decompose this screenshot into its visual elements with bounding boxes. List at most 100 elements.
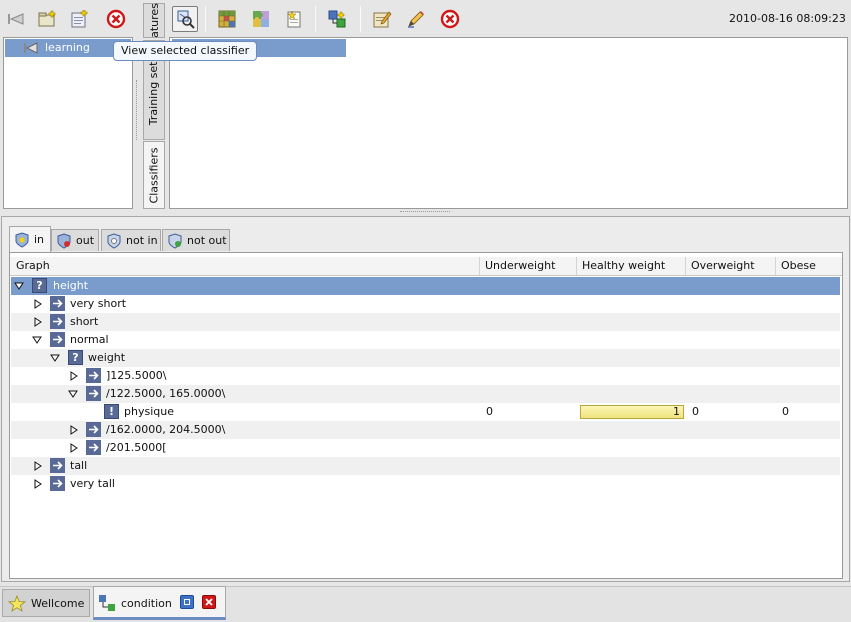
- tab-features[interactable]: atures: [143, 3, 165, 38]
- arrow-node-icon: [86, 386, 101, 401]
- expander-collapsed-icon[interactable]: [33, 479, 43, 489]
- classifier-icon: [99, 595, 115, 611]
- arrow-node-icon: [86, 440, 101, 455]
- expander-collapsed-icon[interactable]: [33, 461, 43, 471]
- taskbar-item-label: Wellcome: [31, 597, 85, 610]
- expander-expanded-icon[interactable]: [68, 389, 78, 399]
- expander-collapsed-icon[interactable]: [33, 317, 43, 327]
- shield-in-icon: [15, 231, 29, 248]
- tree-row-range[interactable]: /122.5000, 165.0000\: [11, 385, 840, 403]
- star-icon: [8, 595, 26, 612]
- maximize-icon[interactable]: [180, 595, 194, 609]
- pencil-icon[interactable]: [404, 7, 428, 31]
- column-header-healthy-weight[interactable]: Healthy weight: [577, 257, 686, 275]
- expander-collapsed-icon[interactable]: [69, 443, 79, 453]
- tree-row-physique[interactable]: ! physique 0 1 0 0: [11, 403, 840, 421]
- tab-label: not in: [126, 234, 158, 247]
- tab-label: out: [76, 234, 95, 247]
- cancel-icon[interactable]: [438, 7, 462, 31]
- back-arrow-icon[interactable]: [4, 7, 28, 31]
- arrow-node-icon: [50, 458, 65, 473]
- toolbar-separator: [315, 6, 316, 32]
- exclamation-node-icon: !: [104, 404, 119, 419]
- tree-row-tall[interactable]: tall: [11, 457, 840, 475]
- tab-not-out[interactable]: not out: [162, 229, 230, 251]
- healthy-weight-bar: 1: [580, 405, 684, 419]
- classifier-list-panel[interactable]: [169, 37, 848, 209]
- new-folder-icon[interactable]: [35, 7, 59, 31]
- healthy-weight-bar-fill: [581, 406, 683, 418]
- tree-row-range[interactable]: /201.5000[: [11, 439, 840, 457]
- project-tree-panel[interactable]: learning: [3, 37, 133, 209]
- toolbar-separator: [360, 6, 361, 32]
- expander-expanded-icon[interactable]: [14, 281, 24, 291]
- tree-row-height[interactable]: ? height: [11, 277, 840, 295]
- node-label: short: [70, 315, 99, 328]
- close-icon[interactable]: [202, 595, 216, 609]
- matrix-icon[interactable]: [215, 7, 239, 31]
- toolbar-separator: [205, 6, 206, 32]
- view-classifier-icon[interactable]: [172, 6, 198, 32]
- node-label: /201.5000[: [106, 441, 167, 454]
- overweight-value: 0: [692, 405, 699, 418]
- taskbar-item-label: condition: [121, 597, 172, 610]
- node-label: ]125.5000\: [106, 369, 167, 382]
- tree-row-normal[interactable]: normal: [11, 331, 840, 349]
- question-node-icon: ?: [68, 350, 83, 365]
- tab-label: atures: [147, 3, 161, 38]
- tab-out[interactable]: out: [51, 229, 99, 251]
- add-node-icon[interactable]: [325, 7, 349, 31]
- question-node-icon: ?: [32, 278, 47, 293]
- new-file-icon[interactable]: [282, 7, 306, 31]
- edit-icon[interactable]: [370, 7, 394, 31]
- shield-not-out-icon: [168, 232, 182, 249]
- arrow-node-icon: [50, 332, 65, 347]
- node-label: normal: [70, 333, 109, 346]
- column-header-obese[interactable]: Obese: [776, 257, 840, 275]
- underweight-value: 0: [486, 405, 493, 418]
- taskbar-item-wellcome[interactable]: Wellcome: [2, 589, 90, 617]
- expander-collapsed-icon[interactable]: [69, 425, 79, 435]
- expander-expanded-icon[interactable]: [32, 335, 42, 345]
- arrow-node-icon: [86, 422, 101, 437]
- obese-value: 0: [782, 405, 789, 418]
- shield-not-in-icon: [107, 232, 121, 249]
- taskbar-item-condition[interactable]: condition: [93, 586, 226, 620]
- arrow-node-icon: [86, 368, 101, 383]
- column-header-underweight[interactable]: Underweight: [480, 257, 577, 275]
- puzzle-icon[interactable]: [249, 7, 273, 31]
- tree-row-very-short[interactable]: very short: [11, 295, 840, 313]
- node-label: physique: [124, 405, 174, 418]
- datetime-label: 2010-08-16 08:09:23: [729, 12, 846, 25]
- add-document-icon[interactable]: [67, 7, 91, 31]
- tooltip: View selected classifier: [113, 41, 258, 61]
- tree-row-short[interactable]: short: [11, 313, 840, 331]
- tab-label: Training sets: [147, 55, 161, 125]
- splitter-handle[interactable]: [136, 80, 139, 140]
- expander-expanded-icon[interactable]: [50, 353, 60, 363]
- arrow-node-icon: [50, 314, 65, 329]
- node-label: tall: [70, 459, 88, 472]
- column-header-overweight[interactable]: Overweight: [686, 257, 776, 275]
- node-label: height: [53, 279, 89, 292]
- tree-row-very-tall[interactable]: very tall: [11, 475, 840, 493]
- column-header-graph[interactable]: Graph: [11, 257, 480, 275]
- tab-not-in[interactable]: not in: [101, 229, 161, 251]
- expander-collapsed-icon[interactable]: [69, 371, 79, 381]
- shield-out-icon: [57, 232, 71, 249]
- cancel-icon[interactable]: [104, 7, 128, 31]
- tab-in[interactable]: in: [9, 226, 51, 252]
- splitter-handle-horizontal[interactable]: [400, 211, 450, 214]
- expander-collapsed-icon[interactable]: [33, 299, 43, 309]
- node-label: very short: [70, 297, 127, 310]
- tree-row-weight[interactable]: ? weight: [11, 349, 840, 367]
- node-label: weight: [88, 351, 126, 364]
- tab-classifiers[interactable]: Classifiers: [143, 141, 165, 209]
- tree-row-range[interactable]: /162.0000, 204.5000\: [11, 421, 840, 439]
- node-label: /162.0000, 204.5000\: [106, 423, 226, 436]
- tree-row-range[interactable]: ]125.5000\: [11, 367, 840, 385]
- tree-item-label: learning: [45, 41, 90, 54]
- arrow-node-icon: [50, 296, 65, 311]
- tab-label: not out: [187, 234, 227, 247]
- tab-label: in: [34, 233, 45, 246]
